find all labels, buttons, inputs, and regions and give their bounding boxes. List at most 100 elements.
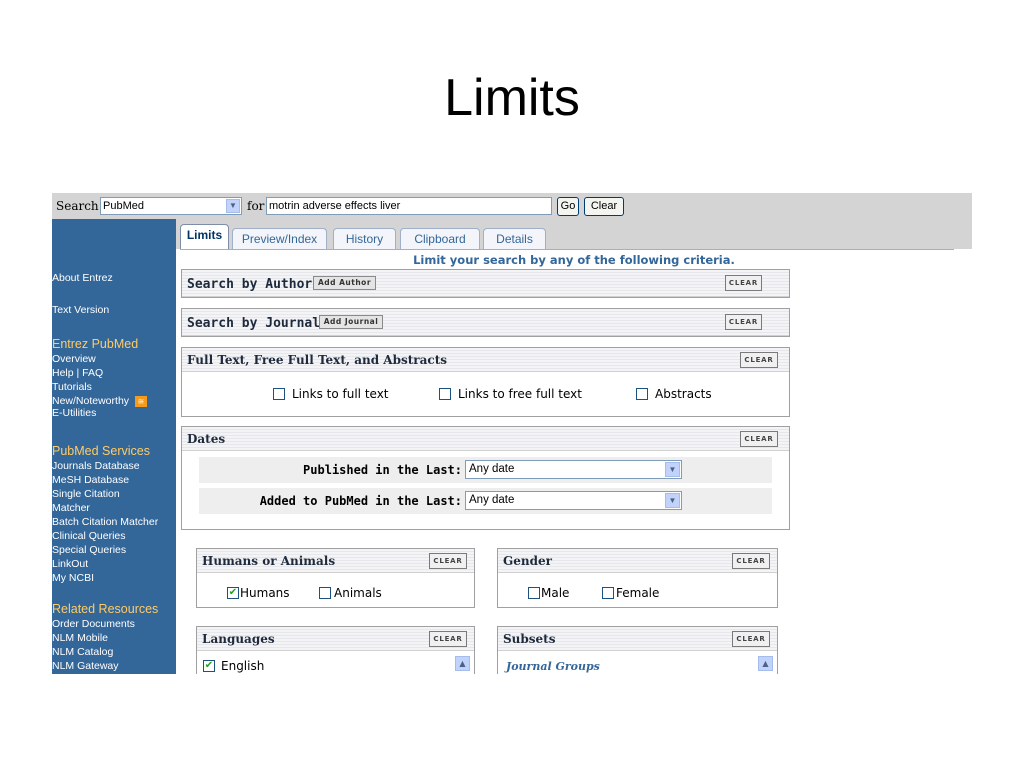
journal-groups-heading: Journal Groups xyxy=(506,660,600,673)
links-full-text-checkbox[interactable] xyxy=(273,388,285,400)
sidebar-item-mesh-database[interactable]: MeSH Database xyxy=(52,474,129,486)
links-free-full-text-checkbox[interactable] xyxy=(439,388,451,400)
slide-title: Limits xyxy=(444,69,580,127)
database-select[interactable]: PubMed ▼ xyxy=(100,197,242,215)
sidebar-heading-related-resources[interactable]: Related Resources xyxy=(52,602,158,616)
sidebar-item-nlm-mobile[interactable]: NLM Mobile xyxy=(52,632,108,644)
gender-header: Gender CLEAR xyxy=(498,549,777,573)
sidebar-item-matcher[interactable]: Matcher xyxy=(52,502,90,514)
subsets-panel: Subsets CLEAR Journal Groups ▲ xyxy=(497,626,778,674)
search-bar: Search PubMed ▼ for motrin adverse effec… xyxy=(52,193,972,219)
journal-panel-header: Search by Journal Add Journal CLEAR xyxy=(182,309,789,336)
tab-limits[interactable]: Limits xyxy=(180,224,229,250)
gender-title: Gender xyxy=(503,554,552,568)
database-value: PubMed xyxy=(103,200,144,212)
rss-icon[interactable]: ≊ xyxy=(135,395,148,407)
humans-animals-panel: Humans or Animals CLEAR ✔ Humans Animals xyxy=(196,548,475,608)
added-select[interactable]: Any date ▼ xyxy=(465,491,682,510)
clear-search-button[interactable]: Clear xyxy=(584,197,624,216)
sidebar-item-clinical-queries[interactable]: Clinical Queries xyxy=(52,530,126,542)
sidebar-item-my-ncbi[interactable]: My NCBI xyxy=(52,572,94,584)
dates-title: Dates xyxy=(187,432,226,446)
limits-form: Limit your search by any of the followin… xyxy=(176,249,972,674)
sidebar-item-nlm-gateway[interactable]: NLM Gateway xyxy=(52,660,119,672)
divider xyxy=(180,249,954,250)
author-title: Search by Author xyxy=(187,277,313,292)
animals-checkbox[interactable] xyxy=(319,587,331,599)
chevron-down-icon[interactable]: ▼ xyxy=(665,462,680,477)
english-checkbox[interactable]: ✔ xyxy=(203,660,215,672)
sidebar-item-overview[interactable]: Overview xyxy=(52,353,96,365)
male-label: Male xyxy=(541,586,570,600)
sidebar-heading-entrez-pubmed[interactable]: Entrez PubMed xyxy=(52,337,138,351)
sidebar-item-text-version[interactable]: Text Version xyxy=(52,304,109,316)
sidebar-item-tutorials[interactable]: Tutorials xyxy=(52,381,92,393)
sidebar-item-help-faq[interactable]: Help | FAQ xyxy=(52,367,103,379)
sidebar-item-order-documents[interactable]: Order Documents xyxy=(52,618,135,630)
author-clear-button[interactable]: CLEAR xyxy=(725,275,762,291)
chevron-down-icon[interactable]: ▼ xyxy=(226,199,240,213)
female-checkbox[interactable] xyxy=(602,587,614,599)
added-value: Any date xyxy=(469,494,515,506)
added-row: Added to PubMed in the Last: Any date ▼ xyxy=(199,488,772,514)
sidebar-item-journals-database[interactable]: Journals Database xyxy=(52,460,140,472)
humans-animals-header: Humans or Animals CLEAR xyxy=(197,549,474,573)
humans-checkbox[interactable]: ✔ xyxy=(227,587,239,599)
abstracts-label: Abstracts xyxy=(655,387,712,401)
search-input[interactable]: motrin adverse effects liver xyxy=(266,197,552,215)
sidebar-item-new-noteworthy[interactable]: New/Noteworthy ≊ xyxy=(52,395,148,407)
sidebar-item-special-queries[interactable]: Special Queries xyxy=(52,544,126,556)
links-full-text-label: Links to full text xyxy=(292,387,389,401)
tab-clipboard[interactable]: Clipboard xyxy=(400,228,480,249)
sidebar-item-about-entrez[interactable]: About Entrez xyxy=(52,272,113,284)
sidebar-heading-pubmed-services[interactable]: PubMed Services xyxy=(52,444,150,458)
chevron-up-icon[interactable]: ▲ xyxy=(758,656,773,671)
sidebar-item-batch-citation-matcher[interactable]: Batch Citation Matcher xyxy=(52,516,158,528)
published-select[interactable]: Any date ▼ xyxy=(465,460,682,479)
published-label: Published in the Last: xyxy=(303,463,462,477)
english-label: English xyxy=(221,659,265,673)
author-panel: Search by Author Add Author CLEAR xyxy=(181,269,790,298)
search-label: Search xyxy=(56,199,99,213)
subsets-clear-button[interactable]: CLEAR xyxy=(732,631,770,647)
published-row: Published in the Last: Any date ▼ xyxy=(199,457,772,483)
add-author-button[interactable]: Add Author xyxy=(313,276,376,290)
humans-animals-clear-button[interactable]: CLEAR xyxy=(429,553,467,569)
sidebar-item-single-citation[interactable]: Single Citation xyxy=(52,488,120,500)
dates-panel: Dates CLEAR Published in the Last: Any d… xyxy=(181,426,790,530)
languages-panel: Languages CLEAR ✔ English ▲ xyxy=(196,626,475,674)
journal-panel: Search by Journal Add Journal CLEAR xyxy=(181,308,790,337)
tab-preview-index[interactable]: Preview/Index xyxy=(232,228,327,249)
published-value: Any date xyxy=(469,463,515,475)
go-button[interactable]: Go xyxy=(557,197,579,216)
sidebar: About Entrez Text Version Entrez PubMed … xyxy=(52,219,176,674)
languages-clear-button[interactable]: CLEAR xyxy=(429,631,467,647)
subsets-header: Subsets CLEAR xyxy=(498,627,777,651)
male-checkbox[interactable] xyxy=(528,587,540,599)
languages-header: Languages CLEAR xyxy=(197,627,474,651)
sidebar-item-nlm-catalog[interactable]: NLM Catalog xyxy=(52,646,113,658)
tab-history[interactable]: History xyxy=(333,228,396,249)
sidebar-item-linkout[interactable]: LinkOut xyxy=(52,558,88,570)
abstracts-checkbox[interactable] xyxy=(636,388,648,400)
chevron-up-icon[interactable]: ▲ xyxy=(455,656,470,671)
gender-clear-button[interactable]: CLEAR xyxy=(732,553,770,569)
languages-title: Languages xyxy=(202,632,275,646)
fulltext-panel: Full Text, Free Full Text, and Abstracts… xyxy=(181,347,790,417)
added-label: Added to PubMed in the Last: xyxy=(259,494,462,508)
fulltext-panel-header: Full Text, Free Full Text, and Abstracts… xyxy=(182,348,789,372)
humans-label: Humans xyxy=(240,586,290,600)
chevron-down-icon[interactable]: ▼ xyxy=(665,493,680,508)
links-free-full-text-label: Links to free full text xyxy=(458,387,582,401)
fulltext-clear-button[interactable]: CLEAR xyxy=(740,352,778,368)
sidebar-item-e-utilities[interactable]: E-Utilities xyxy=(52,407,96,419)
for-label: for xyxy=(247,199,265,213)
journal-title: Search by Journal xyxy=(187,316,321,331)
pubmed-screenshot: Search PubMed ▼ for motrin adverse effec… xyxy=(52,193,972,674)
fulltext-title: Full Text, Free Full Text, and Abstracts xyxy=(187,353,447,367)
add-journal-button[interactable]: Add Journal xyxy=(319,315,383,329)
tab-details[interactable]: Details xyxy=(483,228,546,249)
journal-clear-button[interactable]: CLEAR xyxy=(725,314,762,330)
female-label: Female xyxy=(616,586,660,600)
dates-clear-button[interactable]: CLEAR xyxy=(740,431,778,447)
